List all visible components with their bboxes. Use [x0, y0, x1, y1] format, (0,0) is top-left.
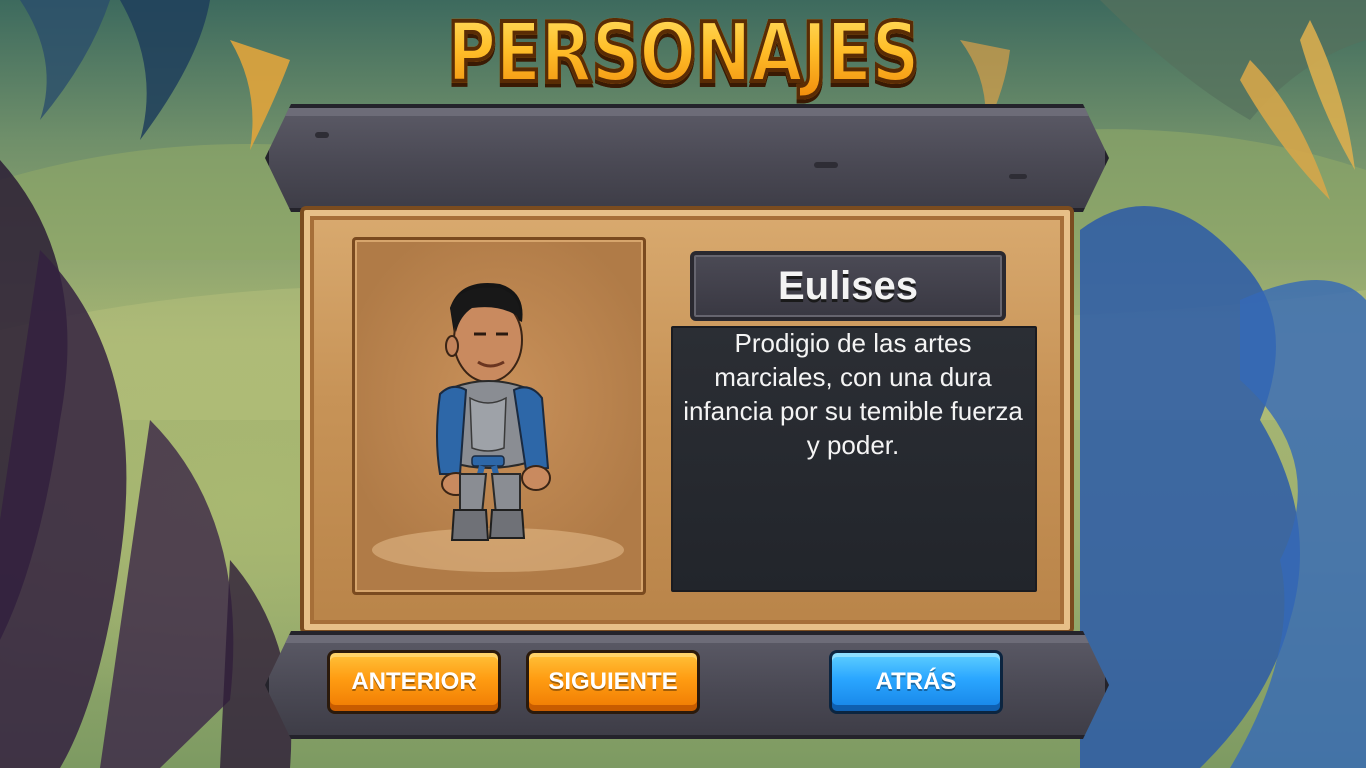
top-stone-banner	[265, 104, 1109, 212]
page-title: PERSONAJES	[123, 4, 1243, 103]
back-button[interactable]: ATRÁS	[829, 650, 1003, 714]
fighter-character-icon	[436, 283, 551, 541]
previous-button[interactable]: ANTERIOR	[327, 650, 501, 714]
character-name: Eulises	[777, 263, 919, 308]
next-button[interactable]: SIGUIENTE	[526, 650, 700, 714]
character-description: Prodigio de las artes marciales, con una…	[683, 328, 1023, 460]
